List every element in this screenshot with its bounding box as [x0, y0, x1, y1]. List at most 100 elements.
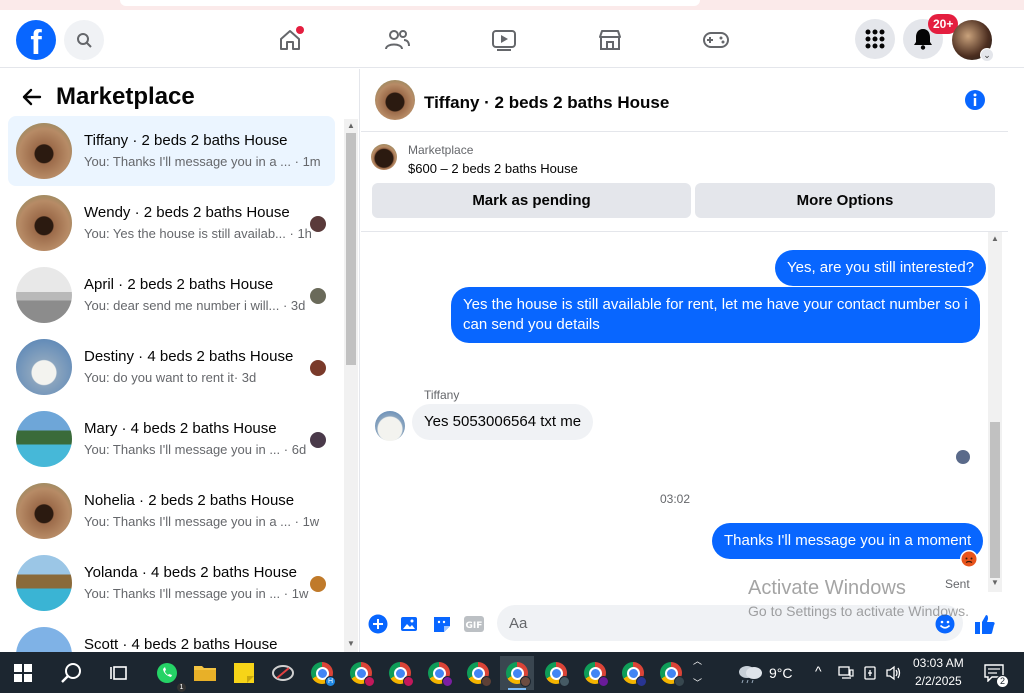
listing-thumbnail — [16, 195, 72, 251]
snipping-tool-taskbar-app[interactable] — [266, 656, 300, 690]
chrome-icon: H — [311, 662, 336, 687]
listing-banner: Marketplace $600 – 2 beds 2 baths House … — [361, 132, 1008, 232]
chrome-profile-active[interactable] — [500, 656, 534, 690]
conversation-list-panel: Marketplace Tiffany · 2 beds 2 baths Hou… — [0, 69, 360, 652]
chrome-icon — [389, 662, 414, 687]
gif-icon: GIF — [464, 616, 484, 632]
speaker-icon[interactable] — [885, 665, 903, 681]
whatsapp-taskbar-app[interactable]: 1 — [150, 656, 187, 693]
more-options-button[interactable]: More Options — [695, 183, 995, 218]
conversation-name: Tiffany · 2 beds 2 baths House — [84, 132, 288, 149]
clock-date[interactable]: 2/2/2025 — [915, 674, 962, 688]
taskbar-search-button[interactable] — [55, 656, 89, 690]
chrome-profile-7[interactable] — [539, 656, 573, 690]
outgoing-message: Yes the house is still available for ren… — [451, 287, 980, 343]
conversation-item-destiny[interactable]: Destiny · 4 beds 2 baths House You: do y… — [8, 332, 335, 402]
listing-thumbnail — [16, 267, 72, 323]
scrollbar-thumb[interactable] — [346, 133, 356, 365]
scroll-down-arrow[interactable]: ▼ — [991, 578, 999, 587]
seen-avatar — [310, 288, 326, 304]
chat-scrollbar[interactable]: ▲ ▼ — [988, 232, 1002, 592]
sender-name: Tiffany — [424, 388, 460, 402]
gif-button[interactable]: GIF — [463, 613, 485, 635]
conversation-item-yolanda[interactable]: Yolanda · 4 beds 2 baths House You: Than… — [8, 548, 335, 618]
conversation-item-mary[interactable]: Mary · 4 beds 2 baths House You: Thanks … — [8, 404, 335, 474]
task-view-button[interactable] — [102, 656, 136, 690]
search-button[interactable] — [64, 20, 104, 60]
photo-button[interactable] — [399, 613, 421, 635]
chrome-profile-5[interactable] — [461, 656, 495, 690]
chat-title[interactable]: Tiffany · 2 beds 2 baths House — [424, 93, 669, 113]
windows-taskbar: 1 H ︿ ﹀ 9°C ^ 03:03 AM 2/2/2025 2 — [0, 652, 1024, 693]
conversation-name: Nohelia · 2 beds 2 baths House — [84, 492, 295, 509]
conversation-item-scott[interactable]: Scott · 4 beds 2 baths House — [8, 620, 335, 652]
snipping-icon — [272, 665, 294, 681]
chevron-up-icon[interactable]: ︿ — [693, 654, 702, 667]
watch-tab[interactable] — [488, 24, 520, 56]
chrome-profile-10[interactable] — [654, 656, 688, 690]
notification-count: 1 — [176, 682, 187, 693]
seen-avatar — [310, 576, 326, 592]
info-icon[interactable] — [964, 89, 986, 111]
chrome-profile-2[interactable] — [344, 656, 378, 690]
marketplace-tab[interactable] — [594, 24, 626, 56]
like-button[interactable] — [974, 613, 996, 635]
sticker-button[interactable] — [431, 613, 453, 635]
file-explorer-taskbar-app[interactable] — [188, 656, 222, 690]
facebook-messenger-page: f 20+ ⌄ Marketplace Tiffany · 2 beds 2 b… — [0, 0, 1024, 693]
conversation-item-nohelia[interactable]: Nohelia · 2 beds 2 baths House You: Than… — [8, 476, 335, 546]
chevron-down-icon[interactable]: ﹀ — [693, 676, 702, 689]
scroll-up-arrow[interactable]: ▲ — [347, 121, 355, 130]
battery-plug-icon[interactable] — [862, 665, 878, 681]
mark-as-pending-button[interactable]: Mark as pending — [372, 183, 691, 218]
chevron-down-icon: ⌄ — [980, 48, 994, 62]
chrome-profile-h[interactable]: H — [305, 656, 339, 690]
menu-button[interactable] — [855, 19, 895, 59]
gaming-tab[interactable] — [700, 24, 732, 56]
chrome-profile-4[interactable] — [422, 656, 456, 690]
add-attachment-button[interactable] — [367, 613, 389, 635]
start-button[interactable] — [6, 656, 40, 690]
conversation-preview: You: Yes the house is still availab... ·… — [84, 226, 312, 241]
conversation-item-april[interactable]: April · 2 beds 2 baths House You: dear s… — [8, 260, 335, 330]
sticky-notes-taskbar-app[interactable] — [227, 656, 261, 690]
chrome-profile-8[interactable] — [578, 656, 612, 690]
chat-panel: Tiffany · 2 beds 2 baths House Marketpla… — [361, 69, 1008, 652]
weather-widget[interactable] — [733, 656, 767, 690]
home-tab[interactable] — [274, 24, 306, 56]
conversation-list-scrollbar[interactable]: ▲ ▼ — [344, 119, 358, 652]
reaction-angry-icon[interactable] — [960, 550, 978, 568]
show-hidden-icons-button[interactable]: ^ — [815, 663, 822, 679]
weather-temperature: 9°C — [769, 665, 793, 681]
scroll-down-arrow[interactable]: ▼ — [347, 639, 355, 648]
windows-logo-icon — [14, 664, 32, 682]
conversation-item-tiffany[interactable]: Tiffany · 2 beds 2 baths House You: Than… — [8, 116, 335, 186]
action-center-button[interactable]: 2 — [977, 656, 1011, 690]
account-avatar[interactable]: ⌄ — [952, 20, 994, 62]
seen-avatar — [310, 216, 326, 232]
listing-thumbnail[interactable] — [371, 144, 397, 170]
chrome-icon — [428, 662, 453, 687]
scroll-up-arrow[interactable]: ▲ — [991, 234, 999, 243]
back-button[interactable] — [20, 85, 44, 109]
friends-tab[interactable] — [381, 24, 413, 56]
chat-avatar[interactable] — [375, 80, 415, 120]
grid-menu-icon — [865, 29, 885, 49]
scrollbar-thumb[interactable] — [990, 422, 1000, 578]
chrome-profile-3[interactable] — [383, 656, 417, 690]
conversation-preview: You: do you want to rent it· 3d — [84, 370, 257, 385]
outgoing-message: Yes, are you still interested? — [775, 250, 987, 286]
conversation-item-wendy[interactable]: Wendy · 2 beds 2 baths House You: Yes th… — [8, 188, 335, 258]
listing-price[interactable]: $600 – 2 beds 2 baths House — [408, 161, 578, 176]
clock-time[interactable]: 03:03 AM — [913, 656, 964, 670]
home-notification-dot — [296, 26, 304, 34]
facebook-logo[interactable]: f — [16, 20, 56, 60]
conversation-preview: You: Thanks I'll message you in a ... · … — [84, 154, 321, 169]
panel-title: Marketplace — [56, 83, 195, 110]
chrome-profile-9[interactable] — [616, 656, 650, 690]
search-icon — [61, 663, 81, 683]
thumbs-up-icon — [975, 615, 995, 634]
network-icon[interactable] — [838, 666, 854, 680]
whatsapp-icon — [157, 663, 177, 683]
seen-avatar — [310, 432, 326, 448]
